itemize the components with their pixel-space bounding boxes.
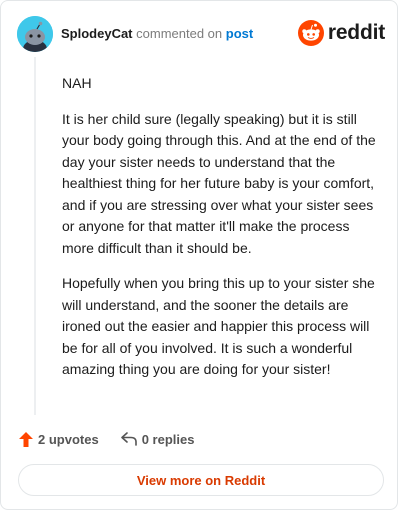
reddit-brand[interactable]: reddit — [297, 19, 385, 47]
comment-card: SplodeyCat commented on post reddit NAH … — [0, 0, 398, 510]
reply-count: 0 replies — [141, 431, 195, 447]
snoo-avatar-icon — [17, 16, 53, 52]
comment-header: SplodeyCat commented on post reddit — [17, 16, 385, 52]
comment-verb: commented on — [136, 26, 223, 41]
upvote-icon — [19, 431, 33, 447]
post-link[interactable]: post — [226, 26, 253, 41]
reply-icon — [120, 432, 137, 446]
reply-button[interactable]: 0 replies — [120, 431, 195, 447]
user-avatar[interactable] — [17, 16, 53, 52]
thread-line — [34, 57, 36, 415]
reddit-wordmark: reddit — [327, 21, 385, 44]
comment-paragraph: It is her child sure (legally speaking) … — [62, 110, 376, 256]
comment-actions: 2 upvotes 0 replies — [19, 429, 216, 449]
comment-body: NAH It is her child sure (legally speaki… — [62, 73, 380, 395]
comment-paragraph: NAH — [62, 75, 92, 91]
upvote-count: 2 upvotes — [38, 431, 99, 447]
username[interactable]: SplodeyCat — [61, 26, 133, 41]
comment-meta: SplodeyCat commented on post — [61, 26, 253, 42]
view-more-button[interactable]: View more on Reddit — [18, 464, 384, 496]
upvote-button[interactable]: 2 upvotes — [19, 431, 99, 447]
comment-paragraph: Hopefully when you bring this up to your… — [62, 275, 375, 377]
reddit-logo-icon — [297, 20, 324, 46]
